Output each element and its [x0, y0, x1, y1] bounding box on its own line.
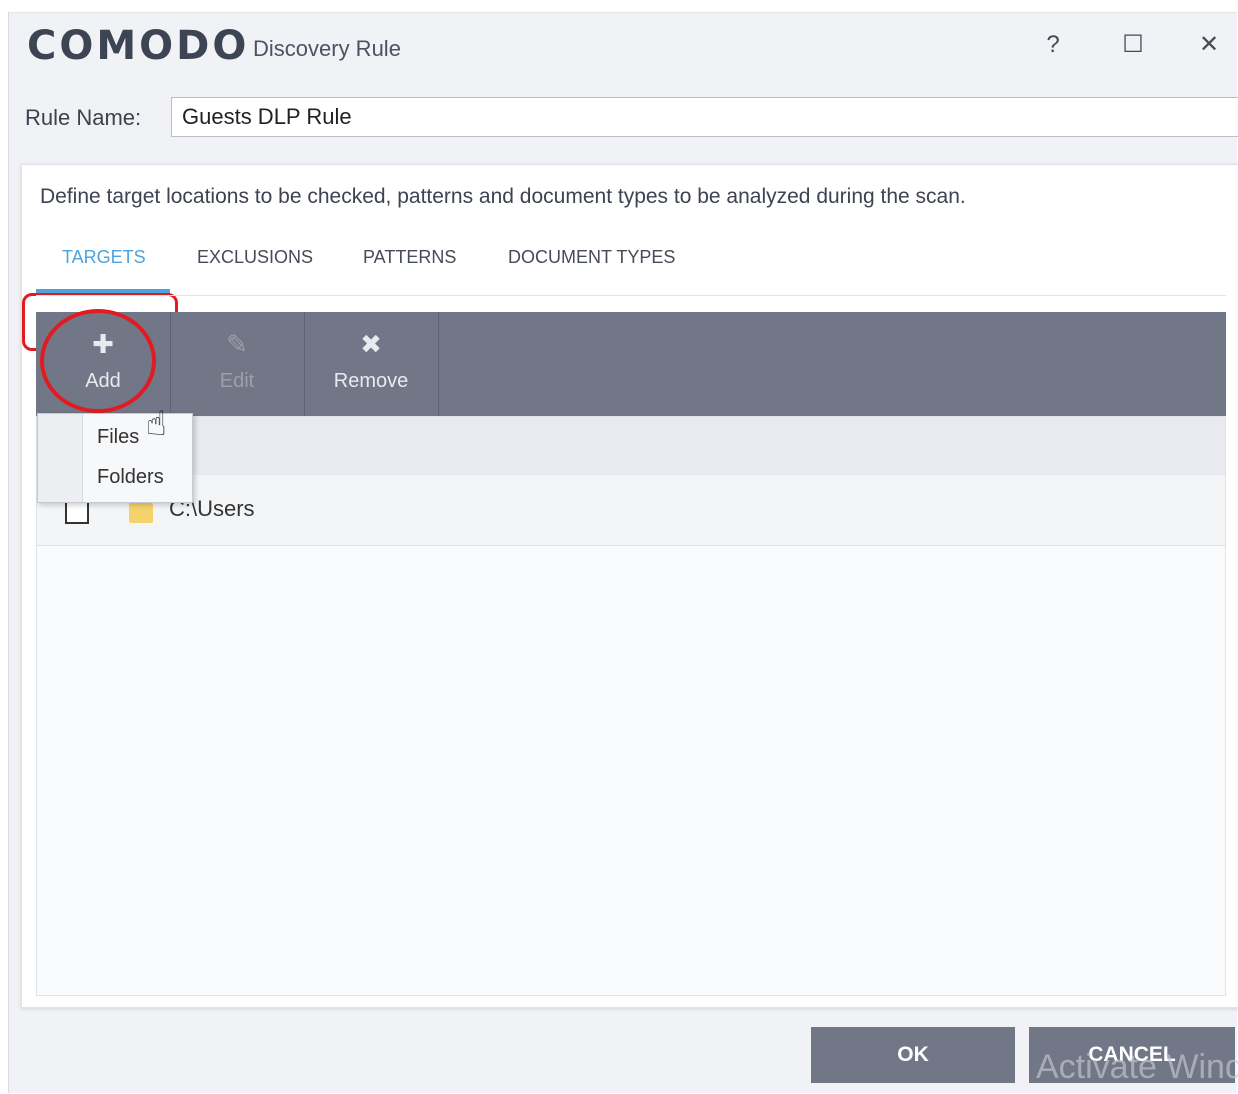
dialog-title: Discovery Rule [253, 36, 401, 61]
edit-button-label: Edit [219, 370, 255, 392]
targets-table: C:\Users [36, 416, 1226, 996]
maximize-button[interactable]: ☐ [1113, 25, 1153, 65]
tab-targets[interactable]: TARGETS [62, 247, 146, 268]
add-button-highlight [40, 309, 156, 413]
help-button[interactable]: ? [1033, 25, 1073, 65]
table-header [37, 417, 1225, 476]
comodo-logo: COMODO [27, 23, 250, 69]
rule-name-input[interactable] [171, 97, 1238, 137]
row-checkbox[interactable] [65, 500, 89, 524]
tab-exclusions[interactable]: EXCLUSIONS [197, 247, 313, 268]
ok-button[interactable]: OK [811, 1027, 1015, 1083]
tab-document-types[interactable]: DOCUMENT TYPES [508, 247, 675, 268]
edit-button[interactable]: ✎ Edit [170, 312, 305, 416]
folder-icon [129, 498, 153, 523]
add-dropdown-menu: Files Folders [37, 413, 193, 503]
menu-item-folders[interactable]: Folders [97, 466, 164, 489]
discovery-rule-dialog: COMODO Discovery Rule ? ☐ ✕ Rule Name: D… [8, 12, 1238, 1093]
hand-cursor-icon: ☝ [146, 405, 167, 443]
rule-settings-panel: Define target locations to be checked, p… [21, 164, 1238, 1008]
targets-toolbar: ✚ Add ✎ Edit ✖ Remove [36, 312, 1226, 416]
menu-gutter [38, 414, 83, 502]
tab-patterns[interactable]: PATTERNS [363, 247, 456, 268]
rule-name-label: Rule Name: [25, 105, 142, 130]
tab-divider [36, 295, 1226, 296]
remove-button[interactable]: ✖ Remove [304, 312, 439, 416]
close-button[interactable]: ✕ [1189, 25, 1229, 65]
tab-bar: TARGETS EXCLUSIONS PATTERNS DOCUMENT TYP… [22, 233, 1238, 351]
activate-windows-watermark: Activate Windows [1036, 1048, 1238, 1086]
x-icon: ✖ [360, 329, 382, 359]
panel-description: Define target locations to be checked, p… [40, 185, 966, 208]
menu-item-files[interactable]: Files [97, 426, 139, 449]
table-row[interactable]: C:\Users [37, 475, 1225, 546]
remove-button-label: Remove [333, 370, 409, 392]
pencil-icon: ✎ [226, 329, 248, 359]
